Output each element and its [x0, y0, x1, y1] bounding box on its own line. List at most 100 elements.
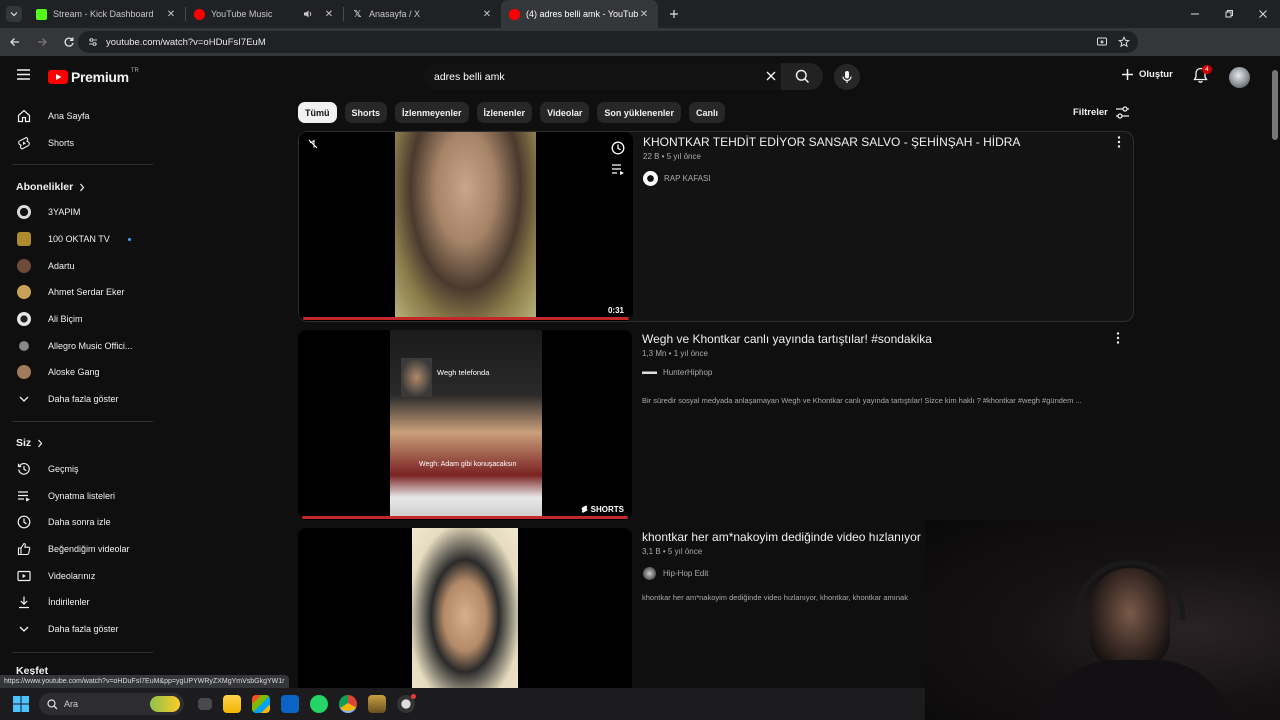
- sidebar-item-subscription[interactable]: Allegro Music Offici...: [0, 333, 155, 359]
- sidebar-item-shorts[interactable]: Shorts: [0, 130, 155, 156]
- sidebar-item-subscription[interactable]: Ali Biçim: [0, 306, 155, 332]
- video-description: khontkar her am*nakoyim dediğinde video …: [642, 593, 908, 602]
- sidebar-item-subscription[interactable]: Aloske Gang: [0, 359, 155, 385]
- gaming-app-icon[interactable]: [368, 695, 386, 713]
- video-result[interactable]: 0:31 KHONTKAR TEHDİT EDİYOR SANSAR SALVO…: [298, 131, 1134, 322]
- subscriptions-title: Abonelikler: [16, 181, 74, 193]
- close-icon: [1259, 10, 1267, 18]
- voice-search-button[interactable]: [834, 64, 860, 90]
- microsoft-store-icon[interactable]: [252, 695, 270, 713]
- chip-live[interactable]: Canlı: [688, 102, 725, 123]
- sidebar-item-liked-videos[interactable]: Beğendiğim videolar: [0, 536, 155, 562]
- tab-search-button[interactable]: [6, 6, 22, 22]
- site-settings-icon[interactable]: [88, 37, 98, 47]
- logo-wordmark: Premium: [71, 69, 129, 85]
- chip-recently-uploaded[interactable]: Son yüklenenler: [597, 102, 681, 123]
- back-button[interactable]: [3, 30, 27, 54]
- watch-later-icon[interactable]: [611, 141, 625, 155]
- browser-tab-youtube-active[interactable]: (4) adres belli amk - YouTube ✕: [501, 0, 658, 28]
- minimize-button[interactable]: [1178, 0, 1212, 28]
- kick-favicon-icon: [36, 8, 47, 20]
- plus-icon: [670, 10, 678, 18]
- close-tab-icon[interactable]: ✕: [165, 8, 177, 20]
- channel-avatar: [17, 285, 31, 299]
- video-result[interactable]: Wegh telefonda Wegh: Adam gibi konuşacak…: [298, 330, 1134, 520]
- filters-button[interactable]: Filtreler: [1073, 106, 1130, 119]
- windows-start-icon[interactable]: [13, 696, 29, 712]
- thumbnail-image: [395, 132, 536, 318]
- more-vertical-icon[interactable]: [1112, 135, 1126, 149]
- sidebar-item-downloads[interactable]: İndirilenler: [0, 589, 155, 615]
- video-title[interactable]: KHONTKAR TEHDİT EDİYOR SANSAR SALVO - ŞE…: [643, 135, 1020, 149]
- chevron-down-icon: [19, 396, 29, 402]
- chrome-icon[interactable]: [339, 695, 357, 713]
- mute-icon[interactable]: [307, 138, 319, 150]
- outlook-icon[interactable]: [281, 695, 299, 713]
- channel-name: Hip-Hop Edit: [663, 569, 709, 578]
- video-thumbnail[interactable]: 0:31: [299, 132, 633, 321]
- sidebar-item-subscription[interactable]: 100 OKTAN TV: [0, 226, 155, 252]
- video-thumbnail[interactable]: Wegh telefonda Wegh: Adam gibi konuşacak…: [298, 330, 632, 520]
- search-input[interactable]: adres belli amk: [423, 63, 823, 90]
- chevron-right-icon: [80, 183, 85, 191]
- forward-button[interactable]: [30, 30, 54, 54]
- video-thumbnail[interactable]: [298, 528, 632, 688]
- guide-menu-button[interactable]: [16, 68, 31, 81]
- obs-icon[interactable]: [397, 694, 416, 713]
- youtube-premium-logo[interactable]: Premium TR: [48, 68, 139, 85]
- channel-link[interactable]: Hip-Hop Edit: [642, 566, 708, 581]
- close-window-button[interactable]: [1246, 0, 1280, 28]
- more-vertical-icon[interactable]: [1111, 331, 1125, 345]
- channel-avatar: [17, 312, 31, 326]
- video-title[interactable]: Wegh ve Khontkar canlı yayında tartıştıl…: [642, 332, 932, 346]
- task-view-icon[interactable]: [198, 698, 212, 710]
- sidebar-item-watch-later[interactable]: Daha sonra izle: [0, 509, 155, 535]
- chip-videos[interactable]: Videolar: [540, 102, 590, 123]
- create-button[interactable]: Oluştur: [1121, 68, 1173, 81]
- taskbar-apps: [198, 694, 416, 713]
- search-button[interactable]: [781, 63, 823, 90]
- add-to-queue-icon[interactable]: [611, 163, 625, 175]
- browser-toolbar: youtube.com/watch?v=oHDuFsI7EuM 3G: [0, 28, 1280, 76]
- sidebar-item-home[interactable]: Ana Sayfa: [0, 103, 155, 129]
- subscriptions-heading[interactable]: Abonelikler: [16, 181, 85, 193]
- install-app-icon[interactable]: [1096, 36, 1108, 48]
- youtube-music-favicon-icon: [194, 8, 205, 20]
- sidebar-item-history[interactable]: Geçmiş: [0, 456, 155, 482]
- sidebar-item-your-videos[interactable]: Videolarınız: [0, 563, 155, 589]
- sidebar-item-subscription[interactable]: Adartu: [0, 253, 155, 279]
- bookmark-star-icon[interactable]: [1118, 36, 1130, 48]
- scrollbar-thumb[interactable]: [1272, 70, 1278, 140]
- chip-unwatched[interactable]: İzlenmeyenler: [395, 102, 469, 123]
- browser-tab-x[interactable]: 𝕏 Anasayfa / X ✕: [344, 0, 501, 28]
- browser-tab-youtube-music[interactable]: YouTube Music ✕: [186, 0, 343, 28]
- you-heading[interactable]: Siz: [16, 437, 43, 449]
- taskbar-search[interactable]: Ara: [39, 693, 184, 715]
- address-bar[interactable]: youtube.com/watch?v=oHDuFsI7EuM: [78, 31, 1138, 53]
- restore-button[interactable]: [1212, 0, 1246, 28]
- new-tab-button[interactable]: [662, 2, 686, 26]
- sidebar-item-subscription[interactable]: Ahmet Serdar Eker: [0, 279, 155, 305]
- notifications-button[interactable]: 4: [1193, 65, 1212, 84]
- video-title[interactable]: khontkar her am*nakoyim dediğinde video …: [642, 530, 921, 544]
- chip-all[interactable]: Tümü: [298, 102, 337, 123]
- browser-tab-strip: Stream - Kick Dashboard ✕ YouTube Music …: [0, 0, 1280, 28]
- sidebar-show-more[interactable]: Daha fazla göster: [0, 386, 155, 412]
- sidebar-item-playlists[interactable]: Oynatma listeleri: [0, 483, 155, 509]
- clear-search-button[interactable]: [764, 69, 778, 83]
- browser-tab-kick[interactable]: Stream - Kick Dashboard ✕: [28, 0, 185, 28]
- account-avatar[interactable]: [1229, 67, 1250, 88]
- speaker-icon[interactable]: [303, 9, 313, 19]
- channel-link[interactable]: RAP KAFASI: [643, 171, 711, 186]
- hamburger-menu-icon: [17, 69, 30, 80]
- whatsapp-icon[interactable]: [310, 695, 328, 713]
- chip-shorts[interactable]: Shorts: [344, 102, 388, 123]
- sidebar-show-more-you[interactable]: Daha fazla göster: [0, 616, 155, 642]
- close-tab-icon[interactable]: ✕: [323, 8, 335, 20]
- file-explorer-icon[interactable]: [223, 695, 241, 713]
- channel-link[interactable]: HunterHiphop: [642, 368, 712, 377]
- sidebar-item-subscription[interactable]: 3YAPIM: [0, 199, 155, 225]
- close-tab-icon[interactable]: ✕: [638, 8, 650, 20]
- chip-watched[interactable]: İzlenenler: [476, 102, 533, 123]
- close-tab-icon[interactable]: ✕: [481, 8, 493, 20]
